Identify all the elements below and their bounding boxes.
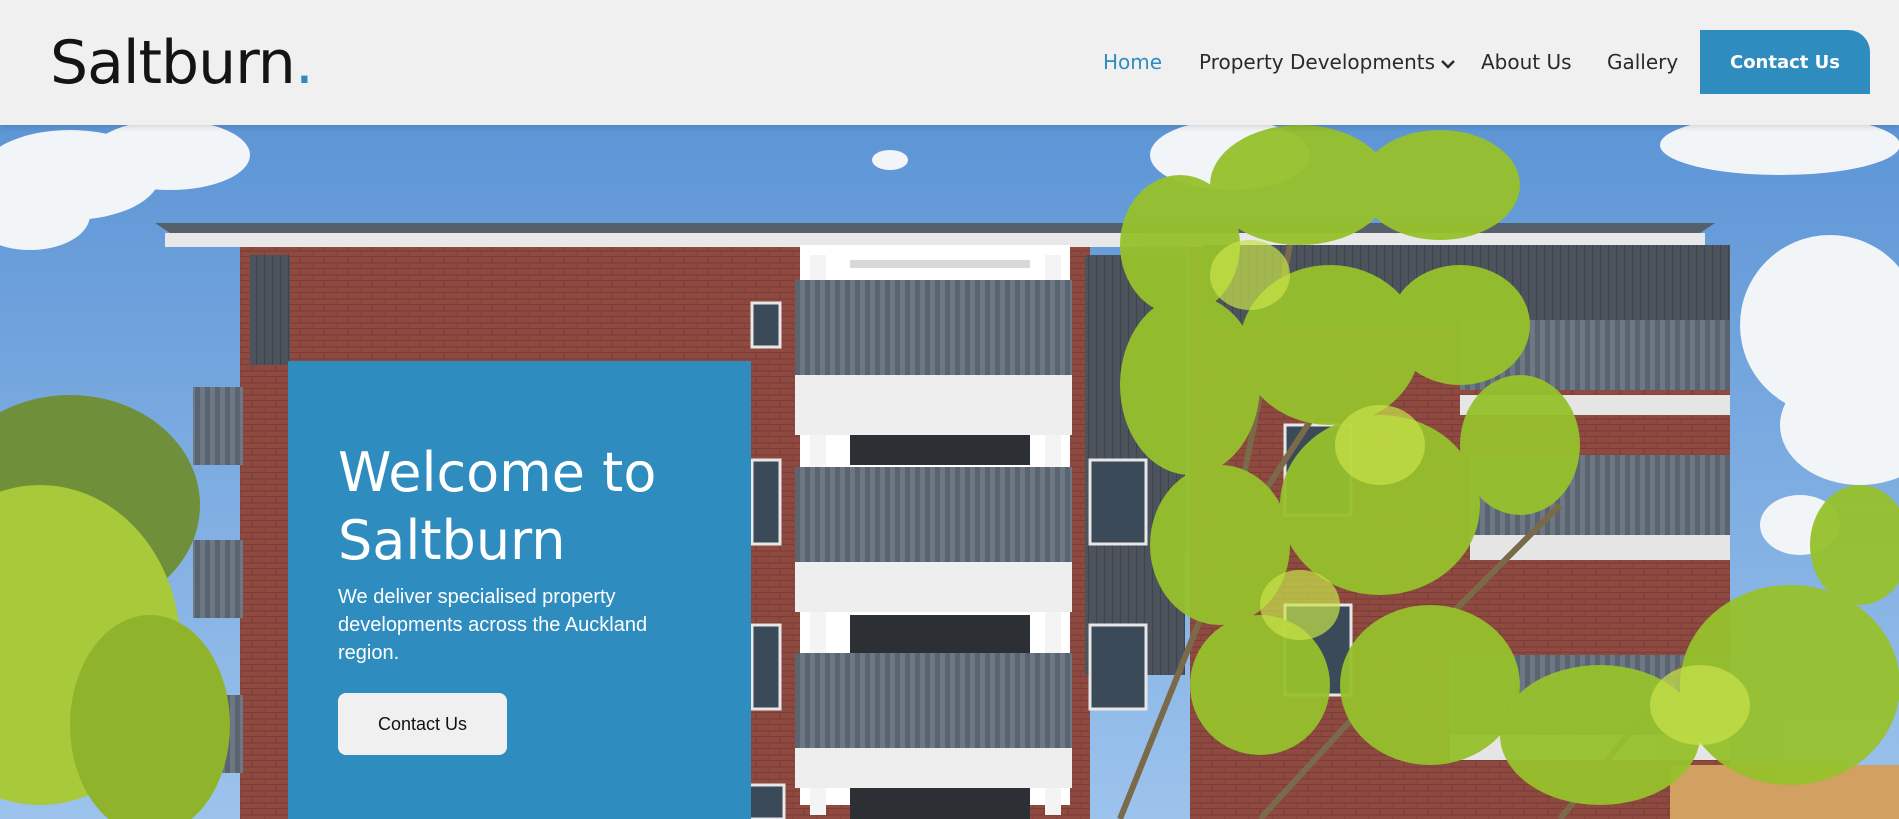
chevron-down-icon [1441,59,1455,69]
nav-property-developments-label: Property Developments [1199,50,1436,74]
hero-contact-button[interactable]: Contact Us [338,693,507,755]
hero-background-image [0,125,1899,819]
header-contact-button[interactable]: Contact Us [1700,30,1870,94]
logo-text: Saltburn [50,28,296,98]
nav-gallery[interactable]: Gallery [1607,48,1678,76]
logo-dot: . [294,28,314,98]
hero-section: Welcome to Saltburn We deliver specialis… [0,125,1899,819]
site-header: Saltburn. Home Property Developments Abo… [0,0,1899,125]
hero-title: Welcome to Saltburn [338,441,657,572]
nav-home[interactable]: Home [1103,48,1162,76]
hero-card: Welcome to Saltburn We deliver specialis… [288,361,751,819]
logo[interactable]: Saltburn. [50,28,314,98]
nav-about-us[interactable]: About Us [1481,48,1572,76]
hero-subtitle: We deliver specialised property developm… [338,586,648,664]
nav-property-developments[interactable]: Property Developments [1199,48,1455,76]
